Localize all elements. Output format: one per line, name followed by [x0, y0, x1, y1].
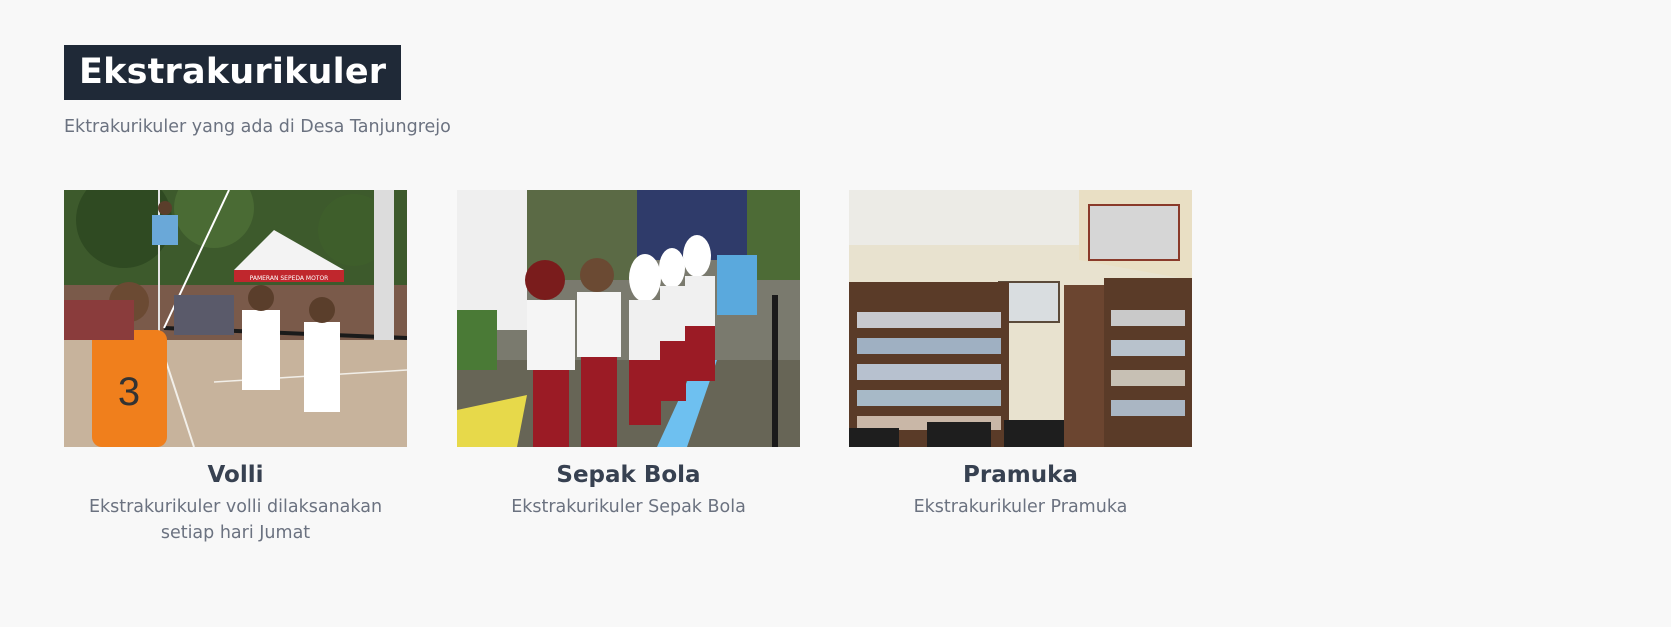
tent-text: PAMERAN SEPEDA MOTOR [250, 275, 329, 282]
card-title: Sepak Bola [556, 462, 701, 488]
card-title: Pramuka [963, 462, 1078, 488]
library-photo[interactable] [849, 190, 1192, 447]
card-description: Ekstrakurikuler Sepak Bola [511, 497, 746, 517]
students-photo[interactable] [457, 190, 800, 447]
volleyball-photo[interactable]: PAMERAN SEPEDA MOTOR 3 [64, 190, 407, 447]
card-sepak-bola[interactable]: Sepak Bola Ekstrakurikuler Sepak Bola [457, 190, 800, 521]
card-title: Volli [207, 462, 264, 488]
card-pramuka[interactable]: Pramuka Ekstrakurikuler Pramuka [849, 190, 1192, 521]
card-description: Ekstrakurikuler Pramuka [913, 497, 1128, 517]
section-subtitle: Ektrakurikuler yang ada di Desa Tanjungr… [64, 117, 451, 137]
card-description: Ekstrakurikuler volli dilaksanakan setia… [88, 497, 383, 543]
card-volli[interactable]: PAMERAN SEPEDA MOTOR 3 Volli Ekstrakurik… [64, 190, 407, 546]
jersey-number: 3 [118, 370, 140, 414]
extracurricular-section: Ekstrakurikuler Ektrakurikuler yang ada … [0, 0, 1671, 627]
section-title: Ekstrakurikuler [64, 45, 402, 100]
